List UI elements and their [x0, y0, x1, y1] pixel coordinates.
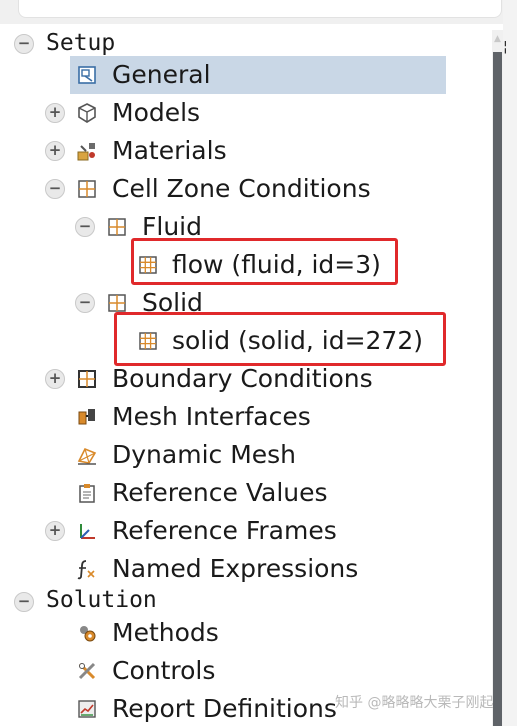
tree-item-materials[interactable]: + Materials — [0, 132, 490, 170]
tree-item-label: Fluid — [142, 212, 202, 241]
zone-grid-icon — [136, 253, 160, 277]
tree-item-label: flow (fluid, id=3) — [172, 250, 381, 279]
zone-grid-icon — [136, 329, 160, 353]
expand-icon[interactable]: + — [45, 521, 65, 541]
tree-item-reference-values[interactable]: Reference Values — [0, 474, 490, 512]
tree-item-label: General — [112, 60, 211, 89]
report-icon — [75, 697, 99, 721]
tree-item-mesh-interfaces[interactable]: Mesh Interfaces — [0, 398, 490, 436]
grid-icon — [105, 215, 129, 239]
collapse-icon[interactable]: − — [14, 34, 34, 54]
tree-item-label: solid (solid, id=272) — [172, 326, 423, 355]
tree-item-flow-zone[interactable]: flow (fluid, id=3) — [0, 246, 490, 284]
watermark-text: 知乎 @略略略大栗子刚起 — [335, 695, 494, 711]
tree-item-methods[interactable]: Methods — [0, 614, 490, 652]
tree-item-models[interactable]: + Models — [0, 94, 490, 132]
tree-item-label: Cell Zone Conditions — [112, 174, 371, 203]
grid-icon — [75, 177, 99, 201]
collapse-icon[interactable]: − — [45, 179, 65, 199]
tree-item-label: Mesh Interfaces — [112, 402, 311, 431]
expand-icon[interactable]: + — [45, 369, 65, 389]
tree-item-label: Reference Frames — [112, 516, 337, 545]
tree-item-reference-frames[interactable]: + Reference Frames — [0, 512, 490, 550]
dynamic-mesh-icon — [75, 443, 99, 467]
tree-item-label: Reference Values — [112, 478, 328, 507]
mesh-interfaces-icon — [75, 405, 99, 429]
scrollbar-thumb[interactable] — [493, 52, 502, 726]
tree-item-label: Controls — [112, 656, 216, 685]
tree-item-label: Named Expressions — [112, 554, 359, 583]
tree-item-label: Report Definitions — [112, 694, 337, 723]
tree-item-label: Boundary Conditions — [112, 364, 373, 393]
tree-item-dynamic-mesh[interactable]: Dynamic Mesh — [0, 436, 490, 474]
function-icon — [75, 557, 99, 581]
tree-item-label: Materials — [112, 136, 227, 165]
axes-icon — [75, 519, 99, 543]
top-panel-inner — [18, 0, 502, 18]
models-cube-icon — [75, 101, 99, 125]
top-panel-edge — [0, 0, 517, 24]
general-icon — [75, 63, 99, 87]
collapse-icon[interactable]: − — [75, 293, 95, 313]
tree-item-boundary-conditions[interactable]: + Boundary Conditions — [0, 360, 490, 398]
section-label-setup: Setup — [46, 30, 116, 56]
tree-item-label: Models — [112, 98, 201, 127]
expand-icon[interactable]: + — [45, 103, 65, 123]
grid-icon — [75, 367, 99, 391]
tree-item-cell-zone-conditions[interactable]: − Cell Zone Conditions — [0, 170, 490, 208]
collapse-icon[interactable]: − — [75, 217, 95, 237]
tree-item-controls[interactable]: Controls — [0, 652, 490, 690]
adjacent-panel-edge: ¦ — [503, 0, 517, 726]
adjacent-panel-glyph: ¦ — [503, 39, 508, 55]
controls-icon — [75, 659, 99, 683]
methods-icon — [75, 621, 99, 645]
scroll-up-arrow-icon[interactable]: ▲ — [492, 30, 503, 48]
expand-icon[interactable]: + — [45, 141, 65, 161]
materials-icon — [75, 139, 99, 163]
section-label-solution: Solution — [46, 587, 157, 613]
collapse-icon[interactable]: − — [14, 592, 34, 612]
clipboard-icon — [75, 481, 99, 505]
tree-item-solid-zone[interactable]: solid (solid, id=272) — [0, 322, 490, 360]
tree-item-label: Methods — [112, 618, 219, 647]
tree-item-label: Dynamic Mesh — [112, 440, 297, 469]
tree-item-general[interactable]: General — [70, 56, 446, 94]
